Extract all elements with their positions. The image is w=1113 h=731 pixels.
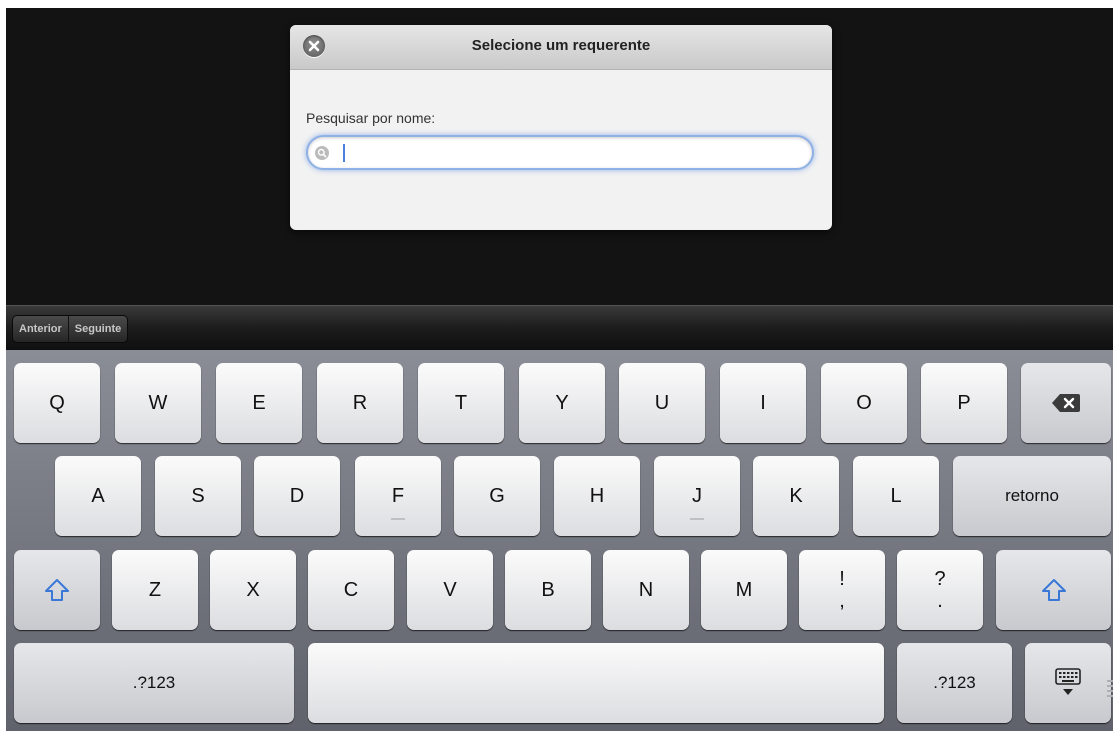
key-label: R — [352, 391, 368, 414]
key-label: E — [252, 391, 266, 414]
select-applicant-dialog: Selecione um requerente Pesquisar por no… — [290, 25, 832, 230]
close-icon[interactable] — [303, 35, 325, 57]
key-label: F — [391, 484, 405, 507]
key-label: I — [760, 391, 766, 414]
key-label: T — [454, 391, 468, 414]
key-l[interactable]: L — [853, 456, 939, 536]
home-row-marker — [690, 518, 704, 520]
previous-button[interactable]: Anterior — [13, 316, 68, 342]
key-q[interactable]: Q — [14, 363, 100, 443]
key-label: K — [789, 484, 803, 507]
key-x[interactable]: X — [210, 550, 296, 630]
shift-key-left[interactable] — [14, 550, 100, 630]
key-label: H — [589, 484, 605, 507]
key-label: V — [443, 578, 457, 601]
key-a[interactable]: A — [55, 456, 141, 536]
key-label: J — [692, 484, 702, 507]
home-row-marker — [391, 518, 405, 520]
key-d[interactable]: D — [254, 456, 340, 536]
text-caret — [343, 144, 345, 162]
keyboard-dismiss-icon — [1055, 668, 1081, 695]
return-key[interactable]: retorno — [953, 456, 1111, 536]
key-e[interactable]: E — [216, 363, 302, 443]
key-c[interactable]: C — [308, 550, 394, 630]
key-label: S — [191, 484, 205, 507]
search-icon — [315, 146, 329, 160]
key-label: Q — [49, 391, 65, 414]
key-label: N — [638, 578, 654, 601]
key-label: C — [343, 578, 359, 601]
key-o[interactable]: O — [821, 363, 907, 443]
key-label: B — [541, 578, 555, 601]
key-label: A — [91, 484, 105, 507]
key-u[interactable]: U — [619, 363, 705, 443]
key-j[interactable]: J — [654, 456, 740, 536]
key-g[interactable]: G — [454, 456, 540, 536]
keyboard-accessory-bar: Anterior Seguinte — [6, 305, 1113, 350]
key-p[interactable]: P — [921, 363, 1007, 443]
key-label: M — [735, 578, 753, 601]
key-i[interactable]: I — [720, 363, 806, 443]
key-t[interactable]: T — [418, 363, 504, 443]
search-label: Pesquisar por nome: — [306, 110, 436, 126]
key-k[interactable]: K — [753, 456, 839, 536]
shift-key-right[interactable] — [996, 550, 1111, 630]
key-label: D — [289, 484, 305, 507]
search-input[interactable] — [336, 140, 800, 167]
hide-keyboard-key[interactable] — [1025, 643, 1111, 723]
key-label: Y — [555, 391, 569, 414]
app-screen: Selecione um requerente Pesquisar por no… — [6, 8, 1113, 731]
onscreen-keyboard: Q W E R T Y U I O P A S D F G H J K L re… — [6, 350, 1113, 731]
key-label: Z — [148, 578, 162, 601]
space-key[interactable] — [308, 643, 884, 723]
numbers-label: .?123 — [132, 673, 176, 692]
key-label-bottom: , — [839, 590, 845, 612]
key-s[interactable]: S — [155, 456, 241, 536]
key-r[interactable]: R — [317, 363, 403, 443]
key-label: O — [856, 391, 872, 414]
key-f[interactable]: F — [355, 456, 441, 536]
key-h[interactable]: H — [554, 456, 640, 536]
key-n[interactable]: N — [603, 550, 689, 630]
numbers-label: .?123 — [933, 673, 976, 692]
key-label: L — [890, 484, 902, 507]
key-label-bottom: . — [937, 590, 943, 612]
key-label: G — [489, 484, 505, 507]
numbers-key-right[interactable]: .?123 — [897, 643, 1012, 723]
key-label: P — [957, 391, 971, 414]
return-label: retorno — [1005, 486, 1059, 505]
backspace-key[interactable] — [1021, 363, 1111, 443]
shift-icon — [1041, 579, 1066, 601]
dialog-title: Selecione um requerente — [471, 37, 651, 54]
numbers-key-left[interactable]: .?123 — [14, 643, 294, 723]
next-button[interactable]: Seguinte — [67, 316, 127, 342]
key-b[interactable]: B — [505, 550, 591, 630]
key-v[interactable]: V — [407, 550, 493, 630]
backspace-icon — [1052, 394, 1080, 412]
prev-next-segmented-control: Anterior Seguinte — [12, 315, 129, 343]
key-m[interactable]: M — [701, 550, 787, 630]
search-field[interactable] — [306, 135, 814, 170]
shift-icon — [45, 579, 69, 601]
dialog-header: Selecione um requerente — [290, 25, 832, 70]
key-label-top: ! — [839, 568, 845, 590]
key-exclaim-comma[interactable]: ! , — [799, 550, 885, 630]
key-w[interactable]: W — [115, 363, 201, 443]
key-question-period[interactable]: ? . — [897, 550, 983, 630]
key-label: X — [246, 578, 260, 601]
key-y[interactable]: Y — [519, 363, 605, 443]
key-label-top: ? — [934, 568, 946, 590]
key-label: U — [654, 391, 670, 414]
key-z[interactable]: Z — [112, 550, 198, 630]
key-label: W — [148, 391, 168, 414]
keyboard-split-grip[interactable] — [1107, 680, 1113, 702]
